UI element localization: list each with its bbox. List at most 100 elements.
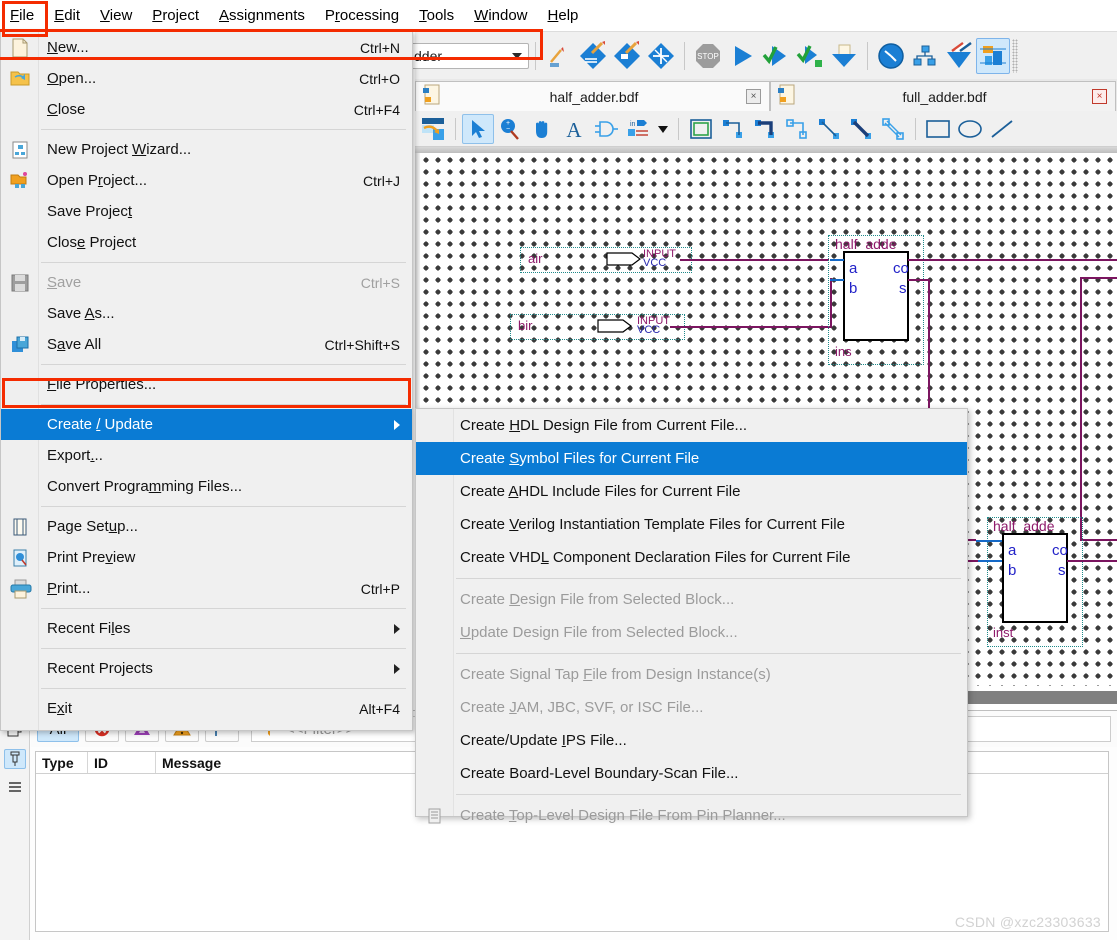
menu-processing[interactable]: Processing: [315, 3, 409, 29]
compile-design-icon[interactable]: [576, 38, 610, 74]
close-icon[interactable]: ×: [746, 89, 761, 104]
menu-item-print[interactable]: Print... Ctrl+P: [1, 573, 412, 604]
diagonal-node-tool-icon[interactable]: [813, 114, 845, 144]
selection-tool-icon[interactable]: [462, 113, 494, 144]
zoom-tool-icon[interactable]: + −: [494, 114, 526, 144]
menu-item-close[interactable]: Close Ctrl+F4: [1, 94, 412, 125]
editor-tabstrip: half_adder.bdf × full_adder.bdf ×: [415, 79, 1117, 111]
menu-assignments[interactable]: Assignments: [209, 3, 315, 29]
netlist-viewer-icon[interactable]: [908, 38, 942, 74]
menu-window[interactable]: Window: [464, 3, 537, 29]
block-pin-wire-b1: [830, 279, 844, 281]
menu-file[interactable]: File: [0, 3, 44, 29]
schematic-toolbar-separator-2: [678, 117, 679, 140]
wire-s-1: [908, 279, 930, 281]
hand-tool-icon[interactable]: [526, 114, 558, 144]
file-dropdown-menu: New... Ctrl+N Open... Ctrl+O Close Ctrl+…: [0, 31, 413, 731]
text-tool-icon[interactable]: A: [558, 114, 590, 144]
toolbar-separator-3: [867, 41, 868, 70]
analysis-synthesis-icon[interactable]: [610, 38, 644, 74]
menu-item-save-as[interactable]: Save As...: [1, 298, 412, 329]
menu-item-accel: Ctrl+N: [359, 39, 400, 56]
timing-analyzer-icon[interactable]: [874, 38, 908, 74]
fitter-icon[interactable]: [644, 38, 678, 74]
oval-tool-icon[interactable]: [954, 114, 986, 144]
menu-tools[interactable]: Tools: [409, 3, 464, 29]
menu-icon[interactable]: [4, 777, 26, 797]
menu-item-save-all[interactable]: Save All Ctrl+Shift+S: [1, 329, 412, 360]
menu-item-new[interactable]: New... Ctrl+N: [1, 32, 412, 63]
submenu-item-label: Create Design File from Selected Block..…: [460, 591, 735, 608]
tab-full-adder[interactable]: full_adder.bdf ×: [770, 81, 1116, 111]
messages-side-toolbar: [0, 711, 30, 940]
orthogonal-node-tool-icon[interactable]: [717, 114, 749, 144]
menu-edit[interactable]: Edit: [44, 3, 90, 29]
menu-item-close-project[interactable]: Close Project: [1, 227, 412, 258]
chip-planner-icon[interactable]: [976, 37, 1010, 74]
pin-tool-icon[interactable]: in: [622, 114, 654, 144]
open-file-icon[interactable]: [417, 114, 449, 144]
menu-item-label: Print...: [47, 580, 91, 597]
symbol-tool-icon[interactable]: [590, 114, 622, 144]
new-file-icon: [10, 38, 30, 58]
menu-item-exit[interactable]: Exit Alt+F4: [1, 693, 412, 724]
menu-project[interactable]: Project: [142, 3, 209, 29]
menu-view[interactable]: View: [90, 3, 142, 29]
toolbar-grip[interactable]: [1012, 38, 1018, 73]
column-header-id[interactable]: ID: [88, 752, 156, 773]
start-analysis-elaboration-icon[interactable]: [759, 38, 793, 74]
submenu-item-create-top-level-design-file-from-pin-planner: Create Top-Level Design File From Pin Pl…: [416, 799, 967, 832]
project-revision-combo[interactable]: dder: [409, 42, 529, 69]
menu-item-file-properties[interactable]: File Properties...: [1, 369, 412, 400]
submenu-item-create-jam-jbc-svf-isc-file: Create JAM, JBC, SVF, or ISC File...: [416, 691, 967, 724]
submenu-item-create-symbol-files[interactable]: Create Symbol Files for Current File: [416, 442, 967, 475]
diagonal-conduit-tool-icon[interactable]: [877, 114, 909, 144]
assembler-icon[interactable]: [827, 38, 861, 74]
start-analysis-synthesis-icon[interactable]: [793, 38, 827, 74]
menu-item-recent-projects[interactable]: Recent Projects: [1, 653, 412, 684]
menu-item-print-preview[interactable]: Print Preview: [1, 542, 412, 573]
create-update-submenu: Create HDL Design File from Current File…: [415, 408, 968, 824]
menu-item-save: Save Ctrl+S: [1, 267, 412, 298]
schematic-toolbar-separator-3: [915, 117, 916, 140]
programmer-icon[interactable]: [942, 38, 976, 74]
orthogonal-bus-tool-icon[interactable]: [749, 114, 781, 144]
menu-item-open-project[interactable]: Open Project... Ctrl+J: [1, 165, 412, 196]
tab-half-adder[interactable]: half_adder.bdf ×: [415, 81, 770, 111]
menu-item-convert-programming-files[interactable]: Convert Programming Files...: [1, 471, 412, 502]
block-tool-icon[interactable]: [685, 114, 717, 144]
submenu-item-create-board-level-boundary-scan-file[interactable]: Create Board-Level Boundary-Scan File...: [416, 757, 967, 790]
menu-help[interactable]: Help: [538, 3, 589, 29]
menu-item-accel: Ctrl+J: [363, 172, 400, 189]
wire-co-1: [908, 259, 1117, 261]
menu-item-label: New...: [47, 39, 89, 56]
submenu-item-create-verilog-instantiation-template[interactable]: Create Verilog Instantiation Template Fi…: [416, 508, 967, 541]
close-icon[interactable]: ×: [1092, 89, 1107, 104]
pencil-compile-icon[interactable]: [542, 38, 576, 74]
diagonal-bus-tool-icon[interactable]: [845, 114, 877, 144]
menu-item-export[interactable]: Export...: [1, 440, 412, 471]
submenu-item-create-vhdl-component-declaration[interactable]: Create VHDL Component Declaration Files …: [416, 541, 967, 574]
menu-item-save-project[interactable]: Save Project: [1, 196, 412, 227]
submenu-item-create-signal-tap-file: Create Signal Tap File from Design Insta…: [416, 658, 967, 691]
submenu-item-create-ahdl-include-files[interactable]: Create AHDL Include Files for Current Fi…: [416, 475, 967, 508]
input-pin-symbol: [606, 252, 641, 266]
menu-item-label: Recent Projects: [47, 660, 153, 677]
line-tool-icon[interactable]: [986, 114, 1018, 144]
start-compilation-icon[interactable]: [725, 38, 759, 74]
menu-item-page-setup[interactable]: Page Setup...: [1, 511, 412, 542]
menu-item-open[interactable]: Open... Ctrl+O: [1, 63, 412, 94]
orthogonal-conduit-tool-icon[interactable]: [781, 114, 813, 144]
submenu-item-create-update-ips-file[interactable]: Create/Update IPS File...: [416, 724, 967, 757]
menu-item-create-update[interactable]: Create / Update: [1, 409, 412, 440]
block-out-port-co-2: co: [1052, 542, 1068, 559]
menu-item-new-project-wizard[interactable]: New Project Wizard...: [1, 134, 412, 165]
rectangle-tool-icon[interactable]: [922, 114, 954, 144]
pin-dropdown-icon[interactable]: [654, 114, 672, 144]
stop-icon[interactable]: STOP: [691, 38, 725, 74]
column-header-type[interactable]: Type: [36, 752, 88, 773]
submenu-item-create-hdl-design-file[interactable]: Create HDL Design File from Current File…: [416, 409, 967, 442]
menu-item-recent-files[interactable]: Recent Files: [1, 613, 412, 644]
pin-icon[interactable]: [3, 749, 26, 769]
menu-item-label: Export...: [47, 447, 103, 464]
